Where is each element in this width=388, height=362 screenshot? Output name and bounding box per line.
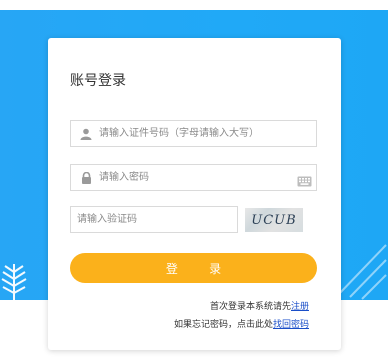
captcha-image[interactable]: UCUB: [245, 208, 303, 232]
register-hint-text: 首次登录本系统请先: [209, 301, 291, 311]
forgot-password-text: 如果忘记密码，点击此处: [173, 319, 273, 329]
forgot-password-hint: 如果忘记密码，点击此处找回密码: [174, 317, 309, 330]
leaf-decoration-icon: [0, 262, 30, 302]
forgot-password-link[interactable]: 找回密码: [273, 319, 309, 329]
top-strip: [0, 0, 388, 10]
id-number-input[interactable]: [99, 121, 289, 146]
lock-icon: [79, 171, 93, 185]
page-title: 账号登录: [70, 72, 126, 88]
password-field[interactable]: [70, 164, 317, 191]
user-icon: [79, 127, 93, 141]
login-button[interactable]: 登 录: [70, 253, 317, 283]
captcha-field[interactable]: [70, 206, 238, 233]
login-card: 账号登录 请输入证件号码（字母请输入大写） 请输入验证码 UCUB 登 录 首次…: [48, 38, 341, 350]
register-link[interactable]: 注册: [291, 301, 309, 311]
id-number-field[interactable]: [70, 120, 317, 147]
keyboard-icon[interactable]: [297, 172, 312, 191]
register-hint: 首次登录本系统请先注册: [210, 299, 309, 312]
password-input[interactable]: [99, 165, 289, 190]
captcha-text: UCUB: [251, 212, 297, 228]
captcha-input[interactable]: [77, 207, 227, 232]
